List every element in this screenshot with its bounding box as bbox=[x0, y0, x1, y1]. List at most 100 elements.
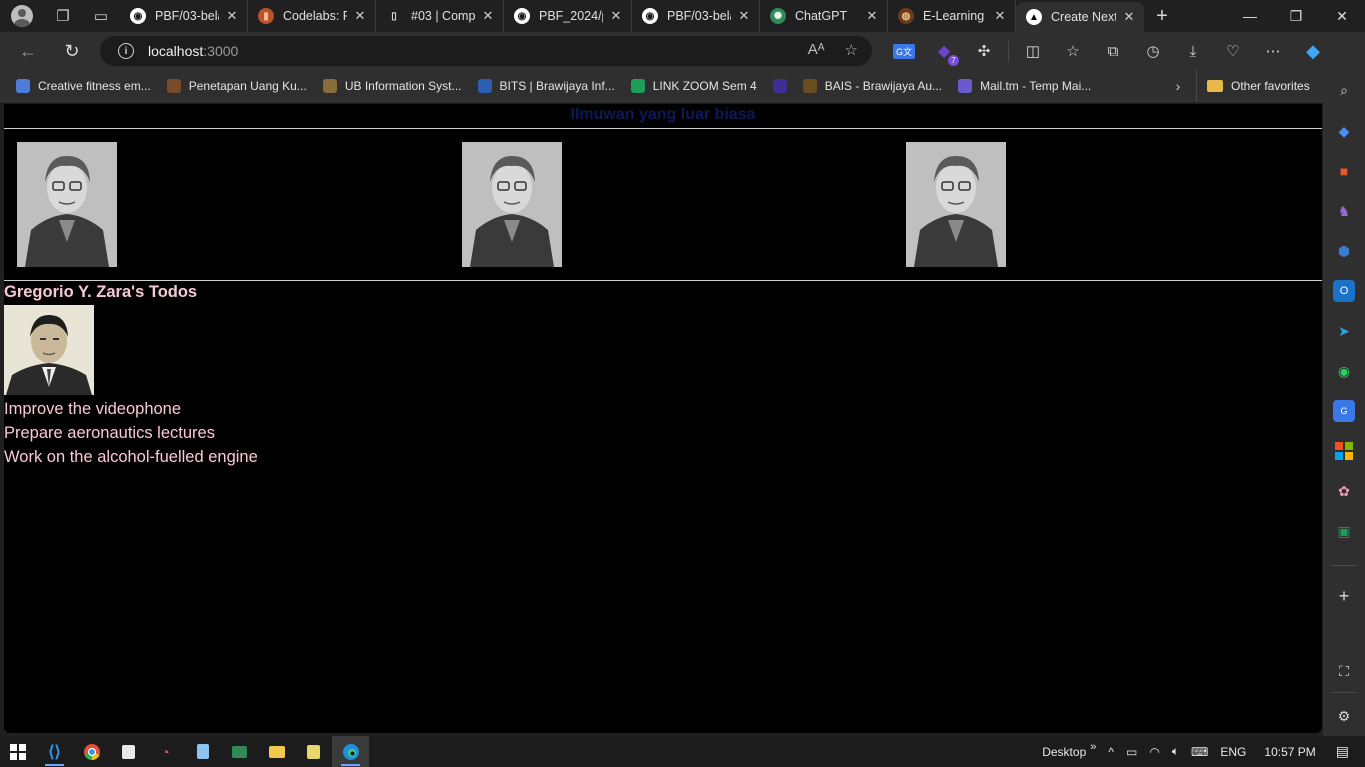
tab-actions-icon[interactable]: ▭ bbox=[82, 0, 120, 32]
minimize-button[interactable]: — bbox=[1227, 0, 1273, 32]
sidebar-microsoft365-icon[interactable]: ⬢ bbox=[1333, 240, 1355, 262]
sidebar-settings-icon[interactable]: ⚙ bbox=[1333, 705, 1355, 727]
sidebar-shopping-icon[interactable]: ◆ bbox=[1333, 120, 1355, 142]
favorites-icon[interactable]: ☆ bbox=[1053, 32, 1093, 70]
site-info-icon[interactable]: i bbox=[118, 43, 134, 59]
restore-button[interactable]: ❐ bbox=[1273, 0, 1319, 32]
sidebar-whatsapp-icon[interactable]: ◉ bbox=[1333, 360, 1355, 382]
nextjs-icon: ▲ bbox=[1026, 9, 1042, 25]
tab-0[interactable]: ◉ PBF/03-belajar ✕ bbox=[120, 0, 248, 32]
history-icon[interactable]: ◷ bbox=[1133, 32, 1173, 70]
favorite-item-5[interactable] bbox=[765, 70, 795, 102]
favorite-item-4[interactable]: LINK ZOOM Sem 4 bbox=[623, 70, 765, 102]
address-bar[interactable]: i localhost:3000 Aᴬ ☆ bbox=[100, 36, 872, 66]
sidebar-tools-icon[interactable]: ■ bbox=[1333, 160, 1355, 182]
vscode-taskbar-icon[interactable]: ⟨⟩ bbox=[36, 736, 73, 767]
translate-extension-icon[interactable]: G文 bbox=[884, 32, 924, 70]
terminal-taskbar-icon[interactable] bbox=[221, 736, 258, 767]
paint-taskbar-icon[interactable]: ◔ bbox=[147, 736, 184, 767]
notepad-taskbar-icon[interactable] bbox=[110, 736, 147, 767]
split-screen-icon[interactable]: ◫ bbox=[1013, 32, 1053, 70]
collections-icon[interactable]: ⧉ bbox=[1093, 32, 1133, 70]
sidebar-games-icon[interactable]: ♞ bbox=[1333, 200, 1355, 222]
close-window-button[interactable]: ✕ bbox=[1319, 0, 1365, 32]
profile-button[interactable] bbox=[0, 0, 44, 32]
tab-close-icon[interactable]: ✕ bbox=[481, 8, 495, 24]
chrome-taskbar-icon[interactable] bbox=[73, 736, 110, 767]
sidebar-screenshot-icon[interactable]: ⛶ bbox=[1333, 660, 1355, 682]
performance-icon[interactable]: ♡ bbox=[1213, 32, 1253, 70]
tray-chevron-icon[interactable]: ^ bbox=[1108, 745, 1114, 759]
sidebar-search-icon[interactable]: ⌕ bbox=[1333, 79, 1355, 101]
profile-photo bbox=[4, 305, 94, 395]
favorite-item-3[interactable]: BITS | Brawijaya Inf... bbox=[470, 70, 623, 102]
refresh-button[interactable]: ↻ bbox=[52, 32, 92, 70]
favorite-site-icon bbox=[16, 78, 30, 93]
tab-3[interactable]: ◉ PBF_2024/pe ✕ bbox=[504, 0, 632, 32]
favorite-star-icon[interactable]: ☆ bbox=[845, 41, 858, 59]
battery-icon[interactable]: ▭ bbox=[1126, 745, 1137, 759]
downloads-icon[interactable]: ⤓ bbox=[1173, 32, 1213, 70]
tab-1[interactable]: ▮ Codelabs: Pe ✕ bbox=[248, 0, 376, 32]
favorite-label: UB Information Syst... bbox=[344, 78, 462, 93]
tab-close-icon[interactable]: ✕ bbox=[609, 8, 623, 24]
desktop-expand-icon[interactable]: » bbox=[1090, 741, 1096, 753]
language-indicator[interactable]: ENG bbox=[1220, 745, 1246, 759]
clock[interactable]: 10:57 PM bbox=[1264, 745, 1315, 759]
sidebar-meet-icon[interactable]: ▣ bbox=[1333, 520, 1355, 542]
tab-title: Create Next A bbox=[1051, 10, 1116, 24]
file-explorer-taskbar-icon[interactable] bbox=[258, 736, 295, 767]
read-aloud-icon[interactable]: Aᴬ bbox=[808, 41, 825, 59]
favorite-label: Creative fitness em... bbox=[38, 78, 151, 93]
sidebar-telegram-icon[interactable]: ➤ bbox=[1333, 320, 1355, 342]
sidebar-translate-icon[interactable]: G bbox=[1333, 400, 1355, 422]
windows-logo-icon bbox=[10, 743, 26, 760]
desktop-toolbar-label[interactable]: Desktop bbox=[1042, 745, 1086, 759]
codelabs-icon: ▮ bbox=[258, 8, 274, 24]
tab-close-icon[interactable]: ✕ bbox=[737, 8, 751, 24]
favorite-item-7[interactable]: Mail.tm - Temp Mai... bbox=[950, 70, 1099, 102]
wifi-icon[interactable]: ◠ bbox=[1149, 745, 1159, 759]
other-favorites-folder[interactable]: Other favorites bbox=[1196, 70, 1310, 102]
tab-close-icon[interactable]: ✕ bbox=[865, 8, 879, 24]
copilot-icon[interactable]: ◆ bbox=[1293, 32, 1333, 70]
tab-6[interactable]: ◍ E-Learning ✕ bbox=[888, 0, 1016, 32]
tab-5[interactable]: ✺ ChatGPT ✕ bbox=[760, 0, 888, 32]
sidebar-brain-icon[interactable]: ✿ bbox=[1333, 480, 1355, 502]
edge-taskbar-icon[interactable] bbox=[332, 736, 369, 767]
document-icon: ▯ bbox=[391, 10, 397, 22]
favorite-item-6[interactable]: BAIS - Brawijaya Au... bbox=[795, 70, 950, 102]
favorites-overflow-chevron-icon[interactable]: › bbox=[1168, 70, 1188, 102]
more-menu-icon[interactable]: ⋯ bbox=[1253, 32, 1293, 70]
favorite-label: BITS | Brawijaya Inf... bbox=[499, 78, 615, 93]
tab-7[interactable]: ▲ Create Next A ✕ bbox=[1016, 2, 1144, 32]
other-favorites-label: Other favorites bbox=[1231, 79, 1310, 93]
start-button[interactable] bbox=[0, 736, 36, 767]
new-tab-button[interactable]: + bbox=[1144, 5, 1180, 28]
extension-icon[interactable]: ◆ 7 bbox=[924, 32, 964, 70]
sidebar-office-icon[interactable] bbox=[1333, 440, 1355, 462]
keyboard-icon[interactable]: ⌨ bbox=[1191, 745, 1208, 759]
tab-close-icon[interactable]: ✕ bbox=[353, 8, 367, 24]
tab-4[interactable]: ◉ PBF/03-belaja ✕ bbox=[632, 0, 760, 32]
extensions-puzzle-icon[interactable]: ✣ bbox=[964, 32, 1004, 70]
files-taskbar-icon[interactable] bbox=[184, 736, 221, 767]
favorite-site-icon bbox=[772, 78, 787, 93]
tab-close-icon[interactable]: ✕ bbox=[225, 8, 239, 24]
notes-taskbar-icon[interactable] bbox=[295, 736, 332, 767]
notification-center-icon[interactable]: ▤ bbox=[1336, 743, 1349, 760]
favorite-item-2[interactable]: UB Information Syst... bbox=[315, 70, 470, 102]
favorite-item-0[interactable]: Creative fitness em... bbox=[8, 70, 159, 102]
volume-icon[interactable]: 🔈︎ bbox=[1172, 744, 1179, 759]
tab-close-icon[interactable]: ✕ bbox=[1122, 9, 1136, 25]
sidebar-outlook-icon[interactable]: O bbox=[1333, 280, 1355, 302]
favorite-item-1[interactable]: Penetapan Uang Ku... bbox=[159, 70, 315, 102]
chatgpt-icon: ✺ bbox=[770, 8, 786, 24]
todos-title: Gregorio Y. Zara's Todos bbox=[4, 283, 198, 301]
tab-2[interactable]: ▯ #03 | Compo ✕ bbox=[376, 0, 504, 32]
sidebar-add-icon[interactable]: + bbox=[1333, 585, 1355, 607]
back-button[interactable]: ← bbox=[8, 32, 48, 70]
tab-close-icon[interactable]: ✕ bbox=[993, 8, 1007, 24]
workspaces-icon[interactable]: ❐ bbox=[44, 0, 82, 32]
favorite-site-icon bbox=[322, 78, 337, 93]
